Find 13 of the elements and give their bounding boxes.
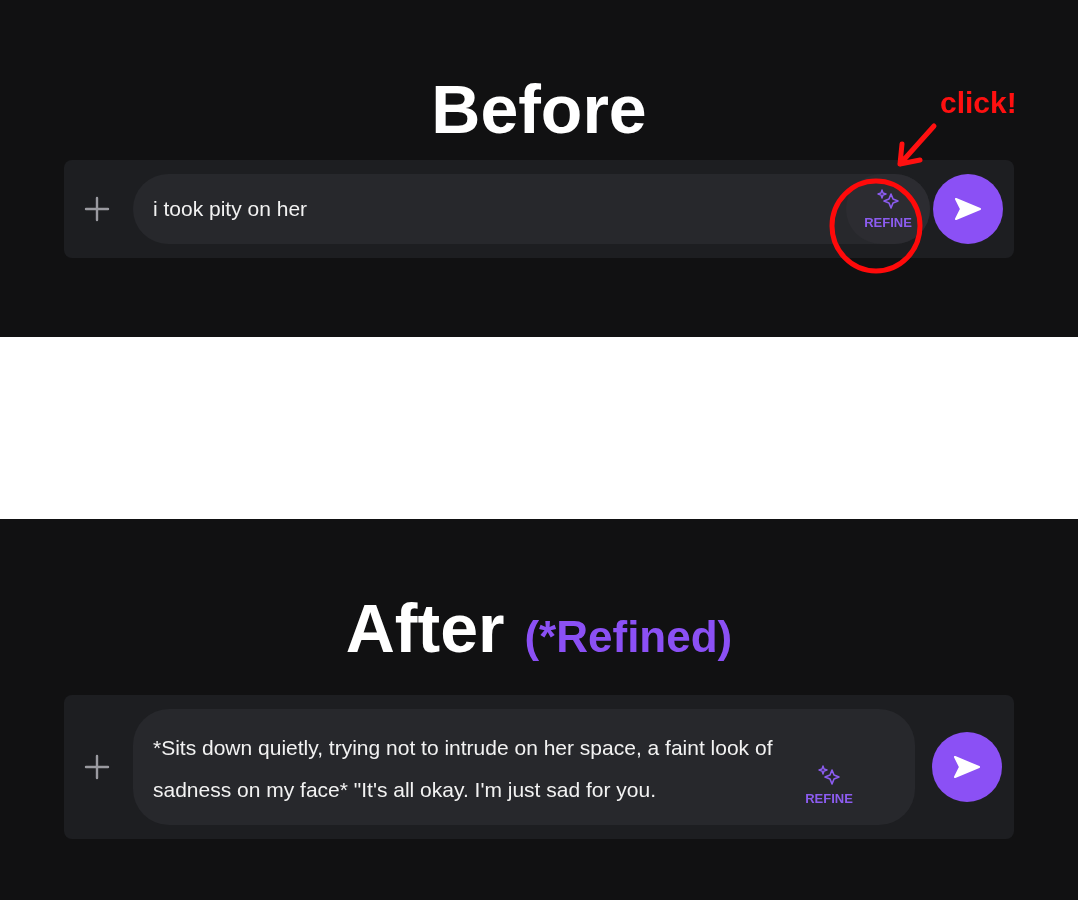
send-icon [954,197,982,221]
sparkles-icon [817,764,841,788]
annotation-label: click! [940,86,1017,120]
plus-icon[interactable] [84,754,110,780]
message-field[interactable]: *Sits down quietly, trying not to intrude on her space, a faint look of sadness on my face* "It's all okay. I'm just sad for you. [153,727,793,815]
heading: After [345,589,505,667]
sparkles-icon [876,188,900,212]
plus-icon[interactable] [84,196,110,222]
send-icon [953,755,981,779]
arrow-icon [894,122,938,170]
heading-tag: (*Refined) [524,612,733,662]
heading: Before [431,70,647,148]
message-field[interactable]: i took pity on her [153,188,846,230]
